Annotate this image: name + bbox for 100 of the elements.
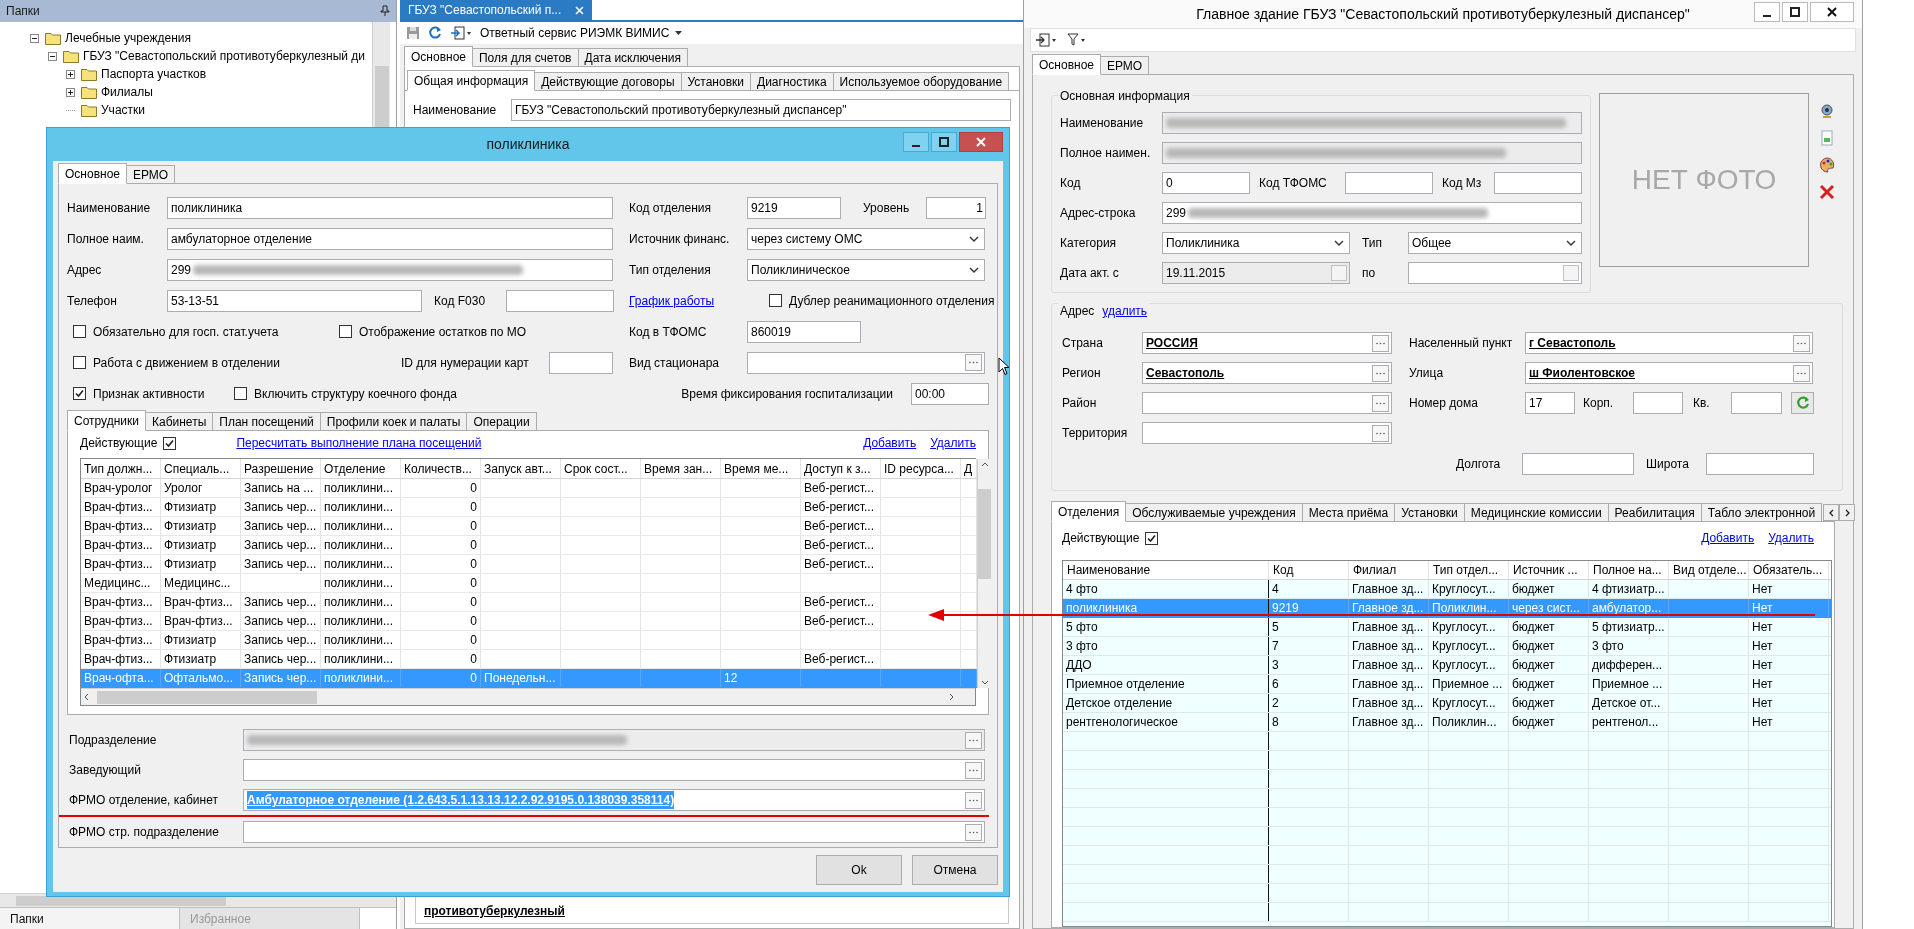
- minimize-button[interactable]: [1754, 2, 1780, 22]
- delete-icon[interactable]: [1819, 184, 1835, 200]
- column-header[interactable]: Код: [1269, 561, 1349, 579]
- tab[interactable]: Отделения: [1051, 501, 1127, 522]
- webcam-icon[interactable]: [1819, 103, 1835, 119]
- chevron-right-icon[interactable]: [949, 693, 954, 701]
- table-row[interactable]: Врач-фтиз... Фтизиатр Запись чер... поликлини... 0 Веб-регист...: [81, 536, 977, 555]
- text-field[interactable]: [1731, 392, 1782, 414]
- text-field[interactable]: Севастополь: [1142, 362, 1392, 384]
- dialog-button[interactable]: Отмена: [912, 855, 998, 885]
- tab[interactable]: Поля для счетов: [472, 48, 579, 67]
- text-field[interactable]: ш Фиолентовское: [1525, 362, 1813, 384]
- tab[interactable]: Медицинские комиссии: [1463, 503, 1609, 522]
- link[interactable]: Пересчитать выполнение плана посещений: [236, 434, 482, 452]
- text-field[interactable]: амбулаторное отделение: [167, 227, 613, 250]
- browse-button[interactable]: [965, 354, 982, 371]
- text-field[interactable]: [1142, 422, 1392, 444]
- browse-button[interactable]: [1793, 364, 1810, 382]
- chevron-left-icon[interactable]: [84, 693, 89, 701]
- text-field[interactable]: [549, 351, 613, 374]
- column-header[interactable]: Вид отделе...: [1669, 561, 1749, 579]
- text-field[interactable]: [1345, 172, 1433, 194]
- text-field[interactable]: [1522, 453, 1634, 475]
- pin-icon[interactable]: [380, 5, 390, 17]
- browse-button[interactable]: [965, 761, 982, 779]
- dropdown[interactable]: Поликлиническое: [747, 258, 985, 281]
- table-row[interactable]: Приемное отделение 6 Главное зд... Приемное ... бюджет Приемное ... Нет: [1063, 675, 1831, 694]
- dropdown[interactable]: Поликлиника: [1162, 232, 1350, 254]
- browse-button[interactable]: [965, 823, 982, 841]
- browse-button[interactable]: [1372, 364, 1389, 382]
- text-field[interactable]: [243, 759, 985, 781]
- tab[interactable]: Установки: [680, 72, 751, 91]
- dropdown[interactable]: через систему ОМС: [747, 227, 985, 250]
- table-row[interactable]: Врач-фтиз... Фтизиатр Запись чер... поликлини... 0 Веб-регист...: [81, 498, 977, 517]
- column-header[interactable]: Отделение: [321, 459, 401, 478]
- checkbox[interactable]: [73, 325, 86, 338]
- tab[interactable]: Профили коек и палаты: [319, 412, 468, 431]
- table-row[interactable]: 5 фто 5 Главное зд... Круглосут... бюджет 5 фтизиатр... Нет: [1063, 618, 1831, 637]
- text-field[interactable]: 0: [1162, 172, 1250, 194]
- table-row[interactable]: Врач-уролог Уролог Запись на ... поликлини... 0 Веб-регист...: [81, 479, 977, 498]
- picture-file-icon[interactable]: [1819, 130, 1835, 146]
- tab[interactable]: План посещений: [212, 412, 321, 431]
- link[interactable]: Удалить: [930, 434, 976, 452]
- tab[interactable]: ЕРМО: [126, 165, 176, 184]
- tab[interactable]: Табло электронной: [1700, 503, 1823, 522]
- text-field[interactable]: 00:00: [911, 382, 989, 405]
- browse-button[interactable]: [1372, 334, 1389, 352]
- filter-icon[interactable]: [1067, 33, 1087, 47]
- checkbox[interactable]: [73, 387, 86, 400]
- text-field[interactable]: г Севастополь: [1525, 332, 1813, 354]
- dropdown[interactable]: Общее: [1408, 232, 1582, 254]
- scroll-right-button[interactable]: [1839, 504, 1856, 521]
- dialog-button[interactable]: Ok: [816, 855, 902, 885]
- column-header[interactable]: Время зан...: [641, 459, 721, 478]
- text-field[interactable]: 53-13-51: [167, 289, 422, 312]
- text-field[interactable]: 299: [167, 258, 613, 281]
- text-field[interactable]: 17: [1525, 392, 1575, 414]
- tab[interactable]: Действующие договоры: [534, 72, 682, 91]
- refresh-icon[interactable]: [428, 26, 442, 40]
- document-tab[interactable]: ГБУЗ "Севастопольский п...: [400, 0, 592, 20]
- close-button[interactable]: [1810, 2, 1854, 22]
- tab[interactable]: Используемое оборудование: [832, 72, 1010, 91]
- column-header[interactable]: Источник ...: [1509, 561, 1589, 579]
- column-header[interactable]: Количеств...: [401, 459, 481, 478]
- browse-button[interactable]: [1793, 334, 1810, 352]
- text-field[interactable]: ГБУЗ "Севастопольский противотуберкулезный диспансер": [511, 99, 1011, 121]
- link[interactable]: удалить: [1102, 302, 1148, 320]
- tab[interactable]: Основное: [404, 46, 473, 67]
- table-row[interactable]: Детское отделение 2 Главное зд... Круглосут... бюджет Детское от... Нет: [1063, 694, 1831, 713]
- refresh-button[interactable]: [1791, 392, 1814, 414]
- text-field[interactable]: 299: [1162, 202, 1582, 224]
- text-field[interactable]: поликлиника: [167, 196, 613, 219]
- column-header[interactable]: Полное на...: [1589, 561, 1669, 579]
- browse-button[interactable]: [1372, 394, 1389, 412]
- horizontal-scrollbar[interactable]: [81, 688, 975, 705]
- tab[interactable]: Сотрудники: [67, 410, 146, 431]
- text-field[interactable]: 860019: [747, 320, 861, 343]
- chevron-up-icon[interactable]: [980, 462, 989, 467]
- table-row[interactable]: Врач-фтиз... Фтизиатр Запись чер... поликлини... 0 Веб-регист...: [81, 555, 977, 574]
- expand-icon[interactable]: [66, 69, 75, 79]
- text-field[interactable]: [1142, 392, 1392, 414]
- table-row[interactable]: Врач-фтиз... Фтизиатр Запись чер... поликлини... 0 Веб-регист...: [81, 650, 977, 669]
- tab[interactable]: Операции: [466, 412, 537, 431]
- tree-item[interactable]: Участки: [101, 101, 145, 119]
- checkbox[interactable]: [1145, 531, 1159, 545]
- column-header[interactable]: Специаль...: [161, 459, 241, 478]
- import-icon[interactable]: [1035, 33, 1057, 47]
- palette-icon[interactable]: [1819, 157, 1835, 173]
- expand-icon[interactable]: [66, 87, 75, 97]
- column-header[interactable]: Доступ к з...: [801, 459, 881, 478]
- close-icon[interactable]: [575, 5, 584, 15]
- collapse-icon[interactable]: [48, 51, 57, 61]
- calendar-button[interactable]: [1563, 265, 1579, 281]
- text-field[interactable]: [1706, 453, 1814, 475]
- checkbox[interactable]: [769, 294, 782, 307]
- tab[interactable]: Дата исключения: [577, 48, 688, 67]
- column-header[interactable]: Тип должн...: [81, 459, 161, 478]
- tab[interactable]: Диагностика: [750, 72, 834, 91]
- tab[interactable]: Основное: [1032, 54, 1101, 75]
- checkbox[interactable]: [73, 356, 86, 369]
